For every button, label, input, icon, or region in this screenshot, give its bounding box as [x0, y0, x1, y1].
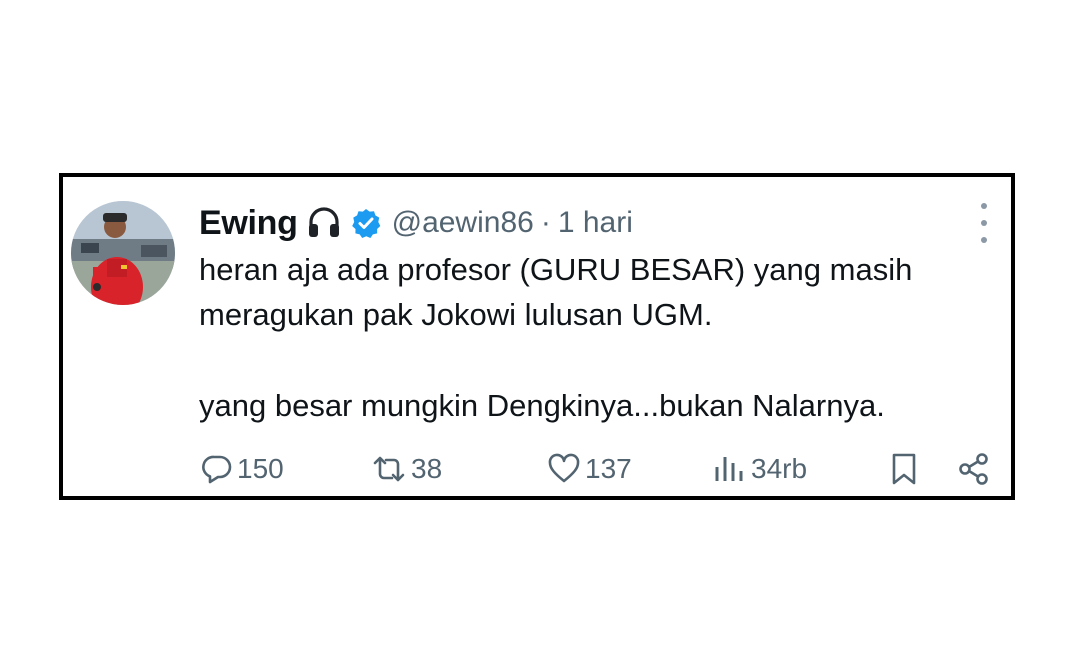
share-icon: [957, 452, 991, 486]
more-dot: [981, 237, 987, 243]
tweet-text: heran aja ada profesor (GURU BESAR) yang…: [199, 247, 999, 428]
more-dot: [981, 220, 987, 226]
reply-button[interactable]: 150: [201, 449, 284, 489]
tweet-actions: 150 38 137 34rb: [201, 449, 1001, 489]
like-count: 137: [585, 453, 632, 484]
views-button[interactable]: 34rb: [713, 449, 807, 489]
like-button[interactable]: 137: [547, 449, 632, 489]
reply-count: 150: [237, 453, 284, 484]
tweet-text-line: meragukan pak Jokowi lulusan UGM.: [199, 297, 713, 332]
headphones-icon: [306, 205, 342, 241]
separator-dot: ·: [540, 206, 551, 239]
share-button[interactable]: [957, 449, 991, 489]
verified-badge-icon[interactable]: [350, 207, 382, 239]
avatar[interactable]: [71, 201, 175, 305]
reply-icon: [201, 453, 233, 485]
user-handle[interactable]: @aewin86: [392, 206, 534, 240]
bookmark-button[interactable]: [889, 449, 919, 489]
profile-photo: [71, 201, 175, 305]
repost-count: 38: [411, 453, 443, 484]
views-count: 34rb: [751, 453, 808, 484]
heart-icon: [547, 453, 581, 485]
tweet-text-line: yang besar mungkin Dengkinya...bukan Nal…: [199, 388, 885, 423]
display-name[interactable]: Ewing: [199, 204, 298, 243]
tweet-text-line: heran aja ada profesor (GURU BESAR) yang…: [199, 252, 913, 287]
analytics-icon: [713, 453, 747, 485]
repost-button[interactable]: 38: [371, 449, 442, 489]
tweet-card[interactable]: Ewing @aewin86 · 1 hari heran aja ada pr…: [59, 173, 1015, 500]
repost-icon: [371, 453, 407, 485]
more-dot: [981, 203, 987, 209]
bookmark-icon: [889, 452, 919, 486]
more-vertical-icon[interactable]: [977, 203, 991, 243]
tweet-header: Ewing @aewin86 · 1 hari: [199, 199, 633, 247]
timestamp[interactable]: 1 hari: [558, 206, 633, 240]
